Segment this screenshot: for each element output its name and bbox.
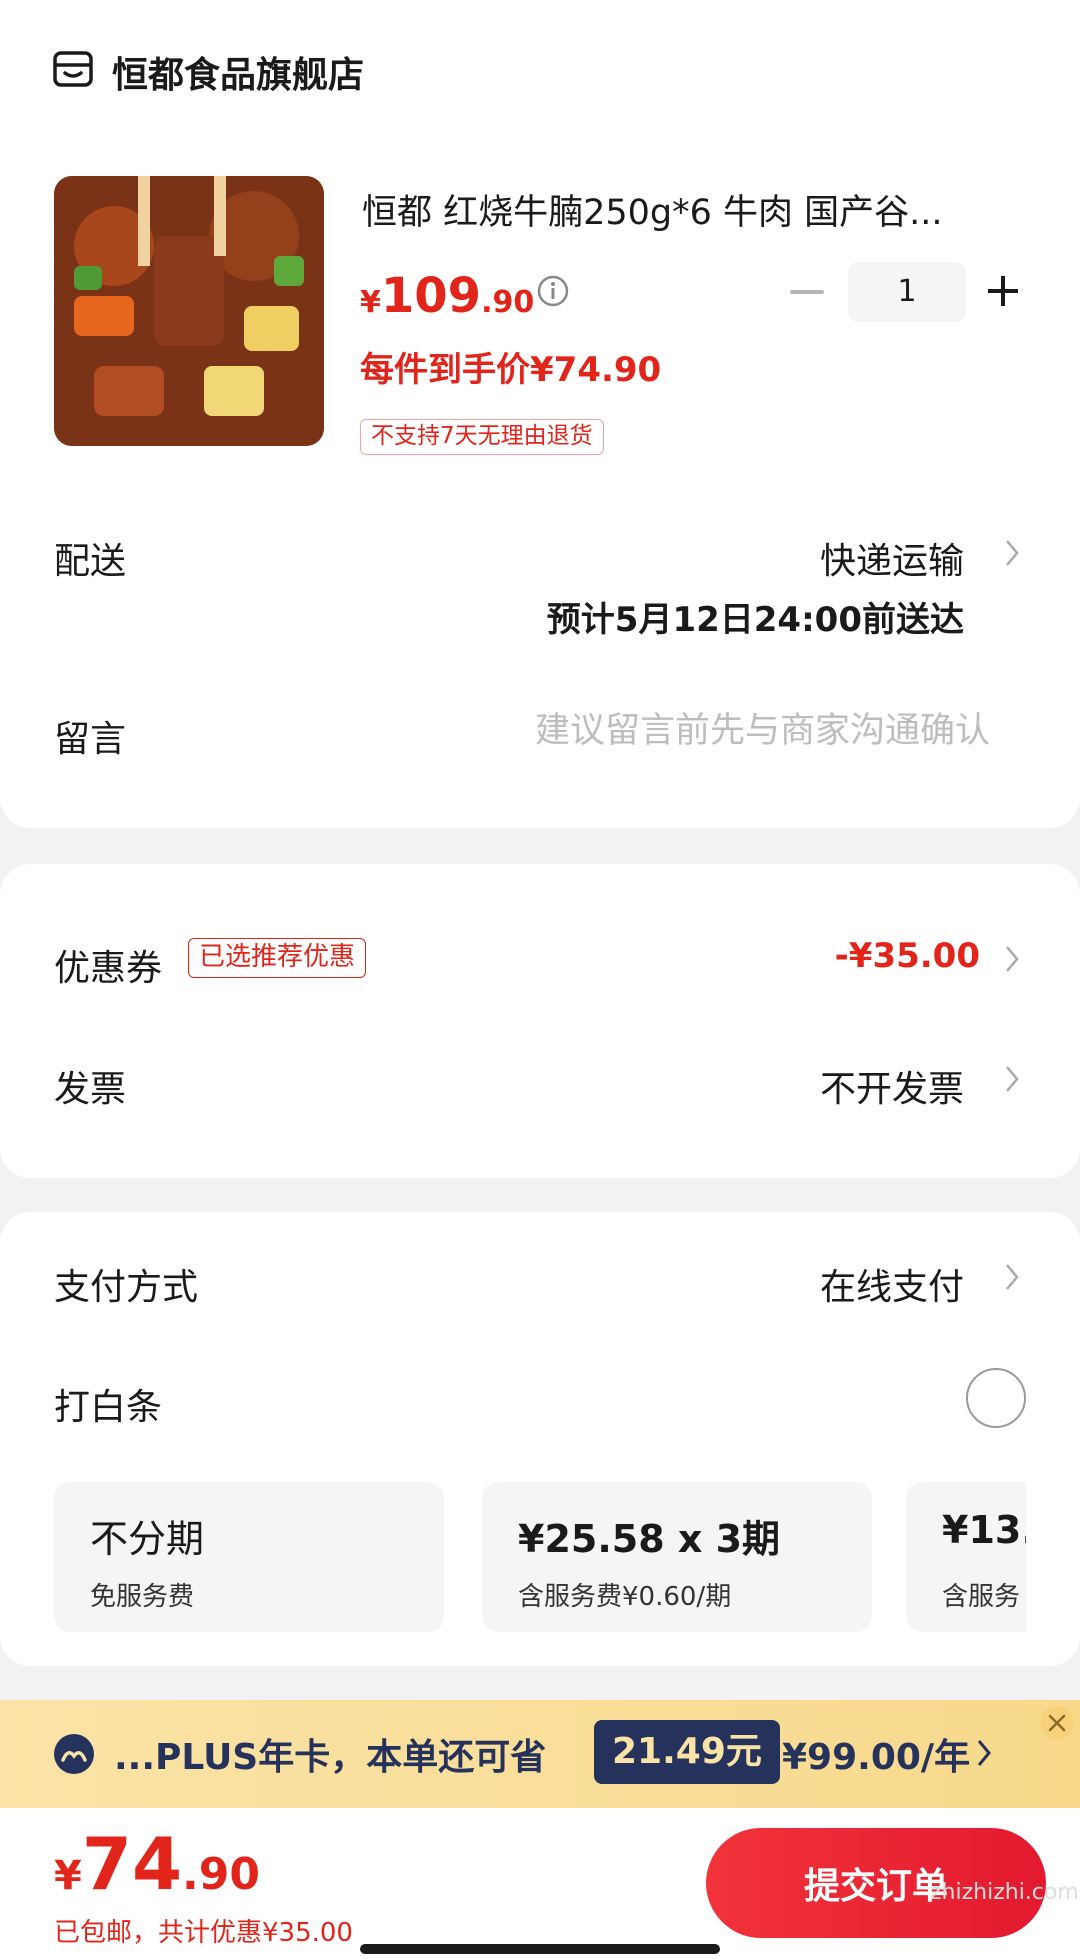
return-policy-tag: 不支持7天无理由退货 [360, 419, 604, 455]
plan-fee: 含服务费¥0.60/期 [518, 1582, 732, 1612]
store-icon [52, 48, 94, 90]
product-price: ¥109.90 [360, 268, 534, 324]
delivery-method[interactable]: 快递运输 [820, 532, 964, 584]
product-title[interactable]: 恒都 红烧牛腩250g*6 牛肉 国产谷... [362, 184, 1002, 235]
plan-amount: ¥25.58 x 3期 [518, 1517, 781, 1561]
checkout-bar: ¥74.90 已包邮，共计优惠¥35.00 提交订单 zhizhizhi.com [0, 1808, 1080, 1959]
message-label: 留言 [54, 719, 127, 760]
store-name[interactable]: 恒都食品旗舰店 [112, 46, 364, 98]
installment-plan[interactable]: ¥13. 含服务 [906, 1482, 1026, 1632]
baitiao-radio[interactable] [966, 1368, 1026, 1428]
total-decimal: .90 [182, 1849, 260, 1900]
installment-plans: 不分期 免服务费 ¥25.58 x 3期 含服务费¥0.60/期 ¥13. 含服… [54, 1482, 1026, 1634]
plus-logo-icon [54, 1734, 94, 1774]
delivery-estimate: 预计5月12日24:00前送达 [546, 600, 964, 640]
payment-card: 支付方式 在线支付 打白条 不分期 免服务费 ¥25.58 x 3期 含服务费¥… [0, 1212, 1080, 1666]
plan-fee: 含服务 [942, 1582, 1021, 1612]
coupon-selected-tag: 已选推荐优惠 [188, 938, 367, 978]
delivery-label: 配送 [54, 541, 127, 582]
chevron-right-icon[interactable] [1004, 538, 1020, 568]
message-input[interactable] [430, 706, 990, 756]
chevron-right-icon[interactable] [1004, 944, 1020, 974]
price-symbol: ¥ [360, 285, 381, 320]
total-integer: 74 [81, 1822, 183, 1906]
installment-plan[interactable]: ¥25.58 x 3期 含服务费¥0.60/期 [482, 1482, 872, 1632]
plus-membership-banner[interactable]: ...PLUS年卡，本单还可省 21.49元 ¥99.00/年 [0, 1700, 1080, 1808]
quantity-decrease-button[interactable] [790, 290, 824, 294]
chevron-right-icon[interactable] [1004, 1262, 1020, 1292]
product-image[interactable] [54, 176, 324, 446]
payment-method-label: 支付方式 [54, 1267, 199, 1308]
info-icon[interactable] [536, 274, 570, 308]
plus-annual-price: ¥99.00/年 [782, 1737, 971, 1778]
price-integer: 109 [380, 268, 482, 324]
discount-card: 优惠券 已选推荐优惠 -¥35.00 发票 不开发票 [0, 864, 1080, 1178]
chevron-right-icon[interactable] [1004, 1064, 1020, 1094]
quantity-increase-button[interactable] [986, 274, 1020, 308]
unit-final-price: 每件到手价¥74.90 [360, 350, 662, 390]
baitiao-label: 打白条 [54, 1387, 163, 1428]
chevron-right-icon[interactable] [976, 1738, 992, 1768]
plus-banner-text: ...PLUS年卡，本单还可省 [114, 1737, 547, 1778]
close-icon[interactable] [1040, 1706, 1074, 1740]
plan-amount: ¥13. [942, 1508, 1026, 1552]
plus-save-amount: 21.49元 [594, 1720, 780, 1784]
total-discount-note: 已包邮，共计优惠¥35.00 [54, 1918, 353, 1948]
plan-fee: 免服务费 [90, 1582, 195, 1612]
total-symbol: ¥ [54, 1853, 82, 1899]
price-decimal: .90 [481, 285, 535, 320]
order-item-card: 恒都食品旗舰店 恒都 红烧牛腩250g*6 牛肉 国产谷... ¥109.90 [0, 0, 1080, 828]
plan-amount: 不分期 [90, 1517, 205, 1561]
payment-method-value[interactable]: 在线支付 [820, 1258, 964, 1310]
installment-plan[interactable]: 不分期 免服务费 [54, 1482, 444, 1632]
total-price: ¥74.90 [54, 1822, 260, 1906]
quantity-input[interactable]: 1 [848, 262, 966, 322]
invoice-value[interactable]: 不开发票 [820, 1060, 964, 1112]
coupon-value[interactable]: -¥35.00 [835, 936, 980, 976]
invoice-label: 发票 [54, 1069, 127, 1110]
home-indicator[interactable] [360, 1944, 720, 1954]
coupon-label: 优惠券 [54, 948, 163, 989]
watermark-text: zhizhizhi.com [930, 1880, 1079, 1905]
